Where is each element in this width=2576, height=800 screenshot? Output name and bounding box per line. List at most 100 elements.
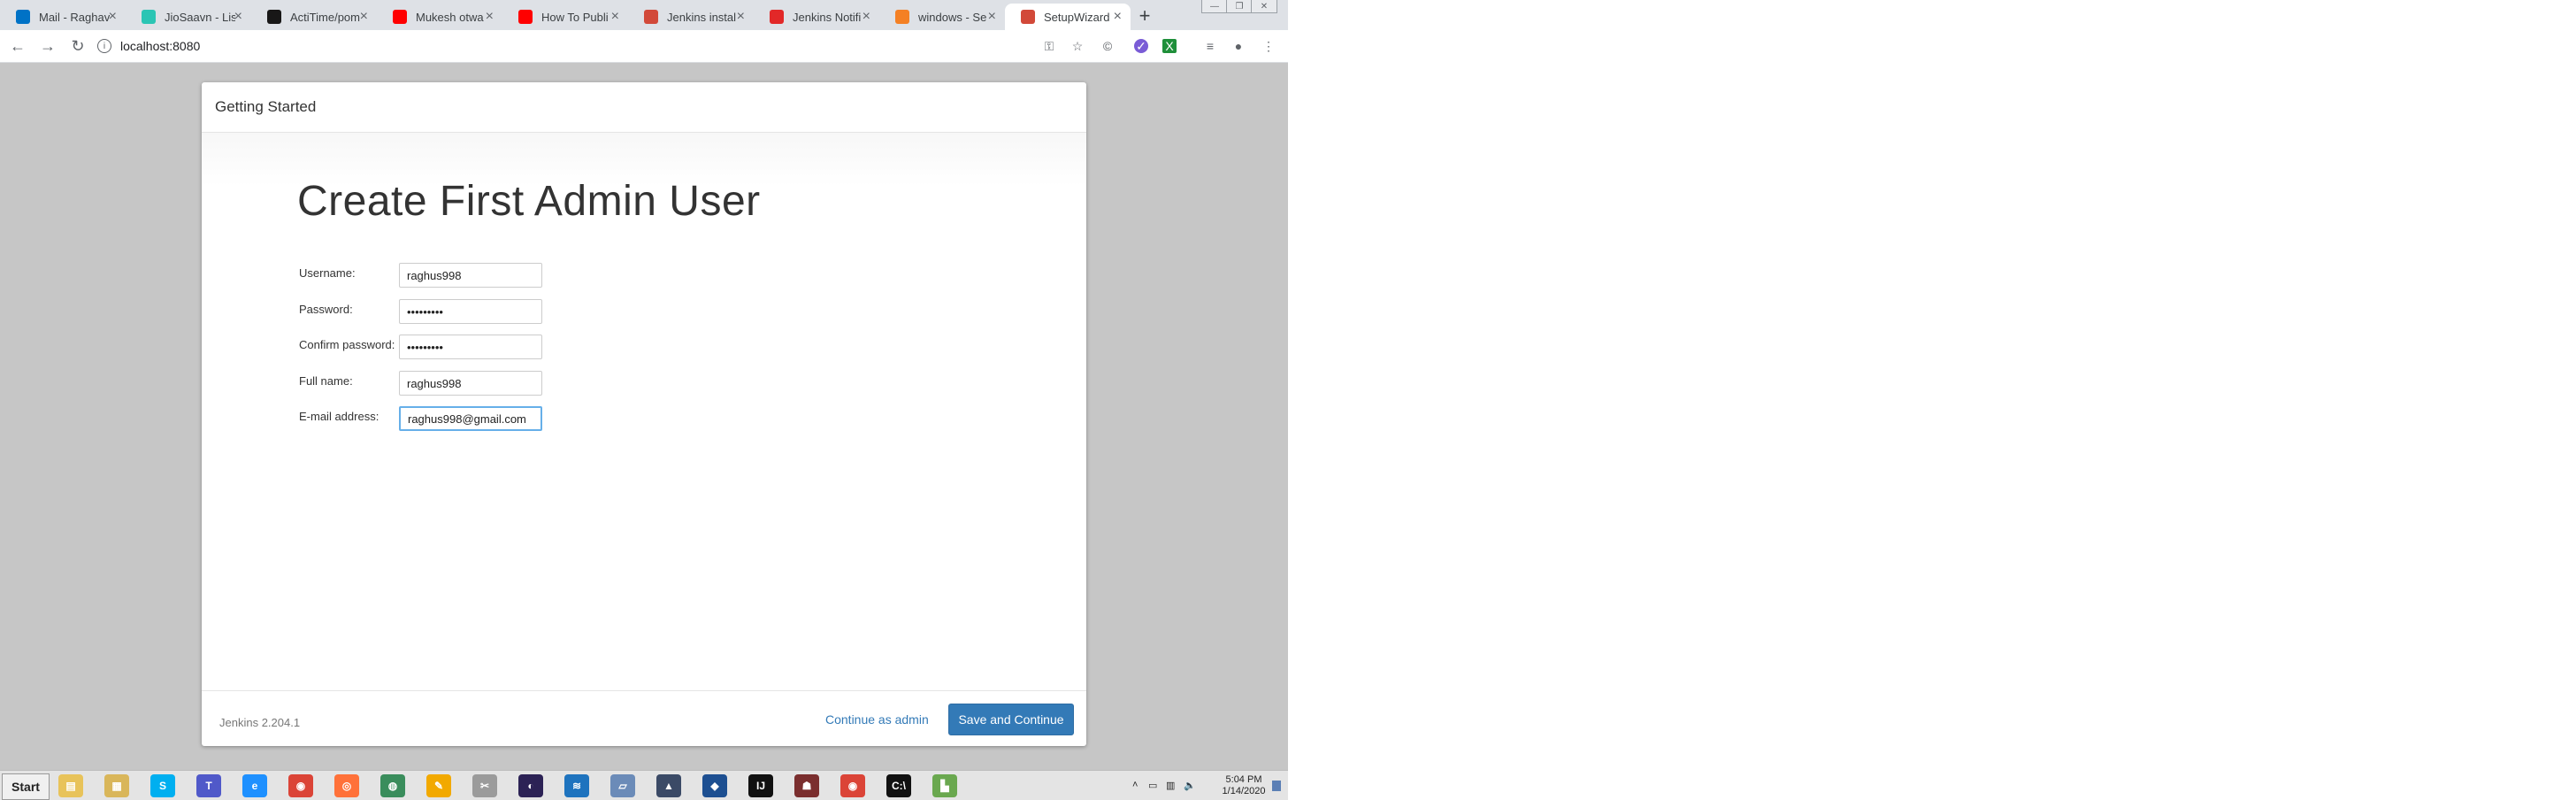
info-icon[interactable]: i (97, 39, 111, 53)
tab-title: Mukesh otwa (416, 10, 484, 24)
triangle-app-icon[interactable]: ▲ (656, 774, 681, 797)
internet-explorer-icon[interactable]: e (242, 774, 267, 797)
tab-title: Jenkins instal (667, 10, 737, 24)
jenkins-taskbar-icon[interactable]: ☗ (794, 774, 819, 797)
chrome-active-icon[interactable]: ◉ (840, 774, 865, 797)
chart-app-icon[interactable]: ▙ (932, 774, 957, 797)
jenkins-version: Jenkins 2.204.1 (219, 716, 301, 729)
form-row-username: Username: raghus998 (299, 263, 653, 289)
address-bar[interactable]: i localhost:8080 (97, 35, 1070, 58)
tab-close-icon[interactable]: × (360, 9, 368, 25)
stackoverflow-icon (895, 10, 909, 24)
minimize-icon[interactable]: — (1201, 0, 1228, 13)
tab-title: JioSaavn - Lis (165, 10, 235, 24)
skype-icon[interactable]: S (150, 774, 175, 797)
clock[interactable]: 5:04 PM 1/14/2020 (1217, 774, 1270, 797)
form-row-full-name: Full name: raghus998 (299, 371, 653, 397)
tray-arrow-icon[interactable]: ˄ (1132, 780, 1138, 790)
username-label: Username: (299, 266, 356, 280)
account-icon[interactable]: ● (1230, 37, 1247, 55)
extension-check-icon[interactable]: ✓ (1134, 39, 1148, 53)
tray-folder-icon[interactable]: ▭ (1148, 780, 1157, 791)
reload-icon[interactable]: ↻ (67, 35, 88, 57)
chrome-icon[interactable]: ◉ (288, 774, 313, 797)
tab-close-icon[interactable]: × (988, 9, 996, 25)
clock-date: 1/14/2020 (1222, 786, 1266, 796)
dialog-body: Create First Admin User Username: raghus… (202, 133, 1086, 609)
email-label: E-mail address: (299, 410, 380, 423)
browser-tab[interactable]: How To Publi × (502, 4, 628, 30)
full-name-input[interactable]: raghus998 (399, 371, 542, 396)
globe-icon[interactable]: ◍ (380, 774, 405, 797)
form-row-password: Password: ••••••••• (299, 299, 653, 326)
key-icon[interactable]: ⚿ (1040, 37, 1058, 55)
extension-icon[interactable]: © (1099, 37, 1116, 55)
cmd-icon[interactable]: C:\ (886, 774, 911, 797)
new-tab-button[interactable]: + (1132, 4, 1157, 28)
system-tray: ˄ ▭ ▥ 🔈 5:04 PM 1/14/2020 (1132, 774, 1283, 799)
snipping-tool-icon[interactable]: ✂ (472, 774, 497, 797)
vivaldi-icon (770, 10, 784, 24)
forward-icon[interactable]: → (37, 35, 58, 57)
email-input[interactable]: raghus998@gmail.com (399, 406, 542, 431)
excel-extension-icon[interactable]: X (1162, 39, 1177, 53)
tab-close-icon[interactable]: × (109, 9, 117, 25)
browser-tab[interactable]: Jenkins Notifi × (754, 4, 879, 30)
setup-wizard-dialog: Getting Started Create First Admin User … (202, 82, 1086, 746)
dolphin-icon[interactable]: ◆ (702, 774, 727, 797)
continue-as-admin-link[interactable]: Continue as admin (825, 712, 929, 727)
show-desktop-icon[interactable] (1272, 781, 1281, 791)
form-row-confirm-password: Confirm password: ••••••••• (299, 335, 653, 361)
password-input[interactable]: ••••••••• (399, 299, 542, 324)
browser-tab[interactable]: Jenkins instal × (628, 4, 754, 30)
media-controls-icon[interactable]: ≡ (1201, 37, 1219, 55)
tab-close-icon[interactable]: × (1114, 9, 1122, 25)
form-title: Create First Admin User (297, 178, 761, 225)
menu-icon[interactable]: ⋮ (1260, 37, 1277, 55)
browser-tab[interactable]: SetupWizard × (1005, 4, 1131, 30)
start-button[interactable]: Start (2, 773, 50, 800)
tab-close-icon[interactable]: × (486, 9, 494, 25)
browser-toolbar: ← → ↻ i localhost:8080 ⚿ ☆ © ✓ X ≡ ● ⋮ (0, 30, 1288, 63)
teams-icon[interactable]: T (196, 774, 221, 797)
intellij-icon[interactable]: IJ (748, 774, 773, 797)
github-icon (267, 10, 281, 24)
jenkins-icon (1021, 10, 1035, 24)
dialog-footer: Jenkins 2.204.1 Continue as admin Save a… (202, 690, 1086, 746)
jiosaavn-icon (142, 10, 156, 24)
page-background: Getting Started Create First Admin User … (0, 63, 1288, 770)
outlook-icon (16, 10, 30, 24)
browser-tab[interactable]: windows - Se × (879, 4, 1005, 30)
back-icon[interactable]: ← (7, 35, 28, 57)
volume-icon[interactable]: 🔈 (1184, 780, 1196, 791)
bookmark-star-icon[interactable]: ☆ (1069, 37, 1086, 55)
blank-area (1288, 0, 2576, 800)
browser-tab[interactable]: Mail - Raghav × (0, 4, 126, 30)
tab-close-icon[interactable]: × (234, 9, 242, 25)
username-input[interactable]: raghus998 (399, 263, 542, 288)
eclipse-icon[interactable]: ◐ (518, 774, 543, 797)
confirm-password-input[interactable]: ••••••••• (399, 335, 542, 359)
form-row-email: E-mail address: raghus998@gmail.com (299, 406, 653, 433)
close-window-icon[interactable]: ✕ (1251, 0, 1277, 13)
tab-title: Jenkins Notifi (793, 10, 862, 24)
tray-network-icon[interactable]: ▥ (1166, 780, 1175, 791)
restore-icon[interactable]: ❐ (1226, 0, 1253, 13)
tab-close-icon[interactable]: × (611, 9, 619, 25)
swift-icon[interactable]: ≋ (564, 774, 589, 797)
notepad-icon[interactable]: ▱ (610, 774, 635, 797)
tab-title: windows - Se (918, 10, 987, 24)
tab-close-icon[interactable]: × (862, 9, 870, 25)
sticky-tool-icon[interactable]: ✎ (426, 774, 451, 797)
tab-title: ActiTime/pom (290, 10, 360, 24)
browser-tab[interactable]: JioSaavn - Lis × (126, 4, 251, 30)
password-label: Password: (299, 303, 353, 316)
youtube-icon (518, 10, 533, 24)
save-and-continue-button[interactable]: Save and Continue (948, 704, 1074, 735)
browser-tab[interactable]: Mukesh otwa × (377, 4, 502, 30)
browser-tab[interactable]: ActiTime/pom × (251, 4, 377, 30)
notes-icon[interactable]: ▦ (104, 774, 129, 797)
file-explorer-icon[interactable]: ▤ (58, 774, 83, 797)
tab-close-icon[interactable]: × (737, 9, 745, 25)
firefox-icon[interactable]: ◎ (334, 774, 359, 797)
